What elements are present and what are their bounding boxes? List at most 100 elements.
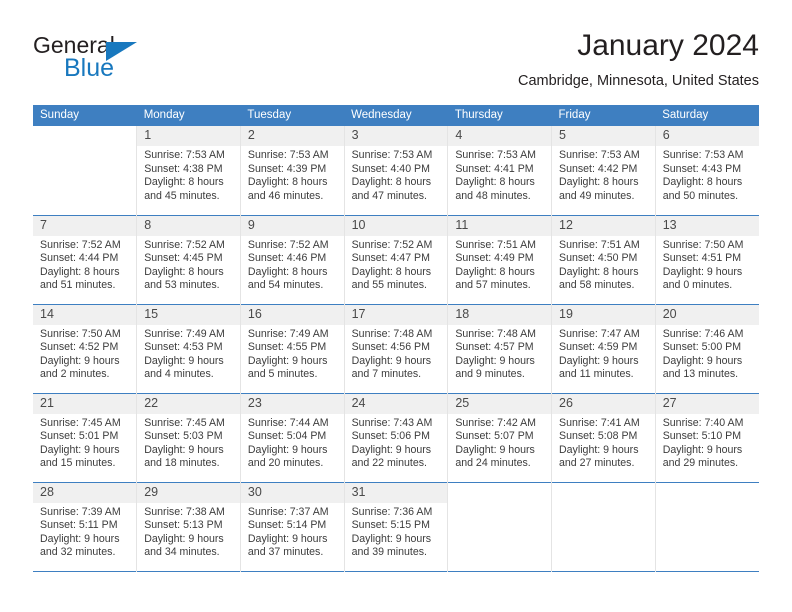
sunset-time: Sunset: 5:06 PM — [351, 430, 430, 443]
day-sun-info: Sunrise: 7:52 AM Sunset: 4:45 PM Daylight:… — [137, 236, 240, 293]
calendar-day-cell[interactable]: 18 Sunrise: 7:48 AM Sunset: 4:57 PM Dayligh… — [447, 304, 552, 393]
day-sun-info: Sunrise: 7:45 AM Sunset: 5:03 PM Daylight:… — [137, 414, 240, 471]
sunset-time: Sunset: 4:59 PM — [559, 341, 638, 354]
daylight-duration: Daylight: 9 hours and 9 minutes. — [455, 354, 535, 381]
calendar-day-cell[interactable]: 29 Sunrise: 7:38 AM Sunset: 5:13 PM Dayligh… — [136, 482, 241, 571]
calendar-day-cell[interactable]: 9 Sunrise: 7:52 AM Sunset: 4:46 PM Daylight… — [239, 215, 345, 304]
calendar-day-cell[interactable]: 25 Sunrise: 7:42 AM Sunset: 5:07 PM Dayligh… — [447, 393, 552, 482]
calendar-day-cell[interactable]: 16 Sunrise: 7:49 AM Sunset: 4:55 PM Dayligh… — [239, 304, 345, 393]
day-sun-info: Sunrise: 7:52 AM Sunset: 4:47 PM Daylight:… — [345, 236, 448, 293]
calendar-day-cell[interactable]: 2 Sunrise: 7:53 AM Sunset: 4:39 PM Daylight… — [239, 126, 345, 215]
day-sun-info: Sunrise: 7:36 AM Sunset: 5:15 PM Daylight:… — [345, 503, 448, 560]
day-number: 20 — [655, 304, 759, 325]
sunset-time: Sunset: 4:51 PM — [662, 252, 742, 265]
calendar-day-cell[interactable]: 12 Sunrise: 7:51 AM Sunset: 4:50 PM Dayligh… — [551, 215, 656, 304]
day-sun-info: Sunrise: 7:46 AM Sunset: 5:00 PM Daylight:… — [656, 325, 759, 382]
general-blue-logo[interactable]: General Blue — [33, 32, 233, 88]
daylight-duration: Daylight: 8 hours and 48 minutes. — [455, 176, 535, 202]
sunrise-time: Sunrise: 7:53 AM — [351, 149, 433, 161]
sunset-time: Sunset: 4:40 PM — [351, 162, 430, 175]
sunrise-sunset-calendar-table: Sunday Monday Tuesday Wednesday Thursday… — [33, 105, 759, 572]
day-sun-info: Sunrise: 7:39 AM Sunset: 5:11 PM Daylight:… — [33, 503, 136, 560]
sunset-time: Sunset: 5:00 PM — [662, 341, 742, 354]
daylight-duration: Daylight: 8 hours and 55 minutes. — [351, 265, 432, 292]
calendar-day-cell[interactable]: 3 Sunrise: 7:53 AM Sunset: 4:40 PM Daylight… — [343, 126, 448, 215]
sunrise-time: Sunrise: 7:37 AM — [247, 505, 329, 518]
daylight-duration: Daylight: 9 hours and 18 minutes. — [144, 443, 224, 470]
calendar-day-cell[interactable]: 23 Sunrise: 7:44 AM Sunset: 5:04 PM Dayligh… — [239, 393, 345, 482]
calendar-day-cell[interactable]: 24 Sunrise: 7:43 AM Sunset: 5:06 PM Dayligh… — [343, 393, 448, 482]
day-number: 22 — [137, 393, 240, 414]
day-number: 15 — [137, 304, 240, 325]
sunset-time: Sunset: 5:04 PM — [247, 430, 327, 443]
sunrise-time: Sunrise: 7:48 AM — [455, 327, 536, 340]
day-sun-info: Sunrise: 7:49 AM Sunset: 4:53 PM Daylight:… — [137, 325, 240, 382]
calendar-day-cell[interactable]: 30 Sunrise: 7:37 AM Sunset: 5:14 PM Dayligh… — [239, 482, 345, 571]
day-sun-info: Sunrise: 7:50 AM Sunset: 4:51 PM Daylight:… — [656, 236, 759, 293]
sunrise-time: Sunrise: 7:53 AM — [144, 149, 225, 161]
day-sun-info: Sunrise: 7:53 AM Sunset: 4:41 PM Daylight:… — [448, 146, 551, 203]
day-sun-info: Sunrise: 7:43 AM Sunset: 5:06 PM Daylight:… — [345, 414, 448, 471]
day-number: 30 — [240, 482, 344, 503]
calendar-day-cell[interactable]: 20 Sunrise: 7:46 AM Sunset: 5:00 PM Dayligh… — [654, 304, 759, 393]
calendar-day-cell[interactable]: 22 Sunrise: 7:45 AM Sunset: 5:03 PM Dayligh… — [136, 393, 241, 482]
sunset-time: Sunset: 4:43 PM — [662, 162, 742, 175]
page-subtitle-location: Cambridge, Minnesota, United States — [518, 73, 759, 89]
calendar-day-cell[interactable]: 27 Sunrise: 7:40 AM Sunset: 5:10 PM Dayligh… — [654, 393, 759, 482]
sunrise-time: Sunrise: 7:53 AM — [455, 149, 536, 161]
calendar-day-cell[interactable]: 10 Sunrise: 7:52 AM Sunset: 4:47 PM Dayligh… — [343, 215, 448, 304]
calendar-day-cell[interactable]: 1 Sunrise: 7:53 AM Sunset: 4:38 PM Daylight… — [136, 126, 241, 215]
calendar-day-cell[interactable]: 15 Sunrise: 7:49 AM Sunset: 4:53 PM Dayligh… — [136, 304, 241, 393]
daylight-duration: Daylight: 8 hours and 45 minutes. — [144, 176, 224, 202]
calendar-day-cell[interactable]: 21 Sunrise: 7:45 AM Sunset: 5:01 PM Dayligh… — [33, 393, 137, 482]
daylight-duration: Daylight: 9 hours and 24 minutes. — [455, 443, 535, 470]
day-sun-info: Sunrise: 7:53 AM Sunset: 4:42 PM Daylight:… — [552, 146, 655, 203]
daylight-duration: Daylight: 9 hours and 20 minutes. — [247, 443, 328, 470]
calendar-day-cell[interactable]: 7 Sunrise: 7:52 AM Sunset: 4:44 PM Daylight… — [33, 215, 137, 304]
calendar-day-cell[interactable]: 8 Sunrise: 7:52 AM Sunset: 4:45 PM Daylight… — [136, 215, 241, 304]
daylight-duration: Daylight: 8 hours and 53 minutes. — [144, 265, 224, 292]
day-number: 10 — [344, 215, 448, 236]
calendar-day-cell[interactable]: 6 Sunrise: 7:53 AM Sunset: 4:43 PM Daylight… — [654, 126, 759, 215]
sunrise-time: Sunrise: 7:52 AM — [40, 238, 121, 251]
sunset-time: Sunset: 5:10 PM — [662, 430, 742, 443]
calendar-week-row: 14 Sunrise: 7:50 AM Sunset: 4:52 PM Dayligh… — [33, 304, 759, 393]
calendar-day-cell[interactable]: 28 Sunrise: 7:39 AM Sunset: 5:11 PM Dayligh… — [33, 482, 137, 571]
sunset-time: Sunset: 4:44 PM — [40, 252, 119, 265]
calendar-day-cell[interactable]: 14 Sunrise: 7:50 AM Sunset: 4:52 PM Dayligh… — [33, 304, 137, 393]
calendar-day-cell[interactable]: 5 Sunrise: 7:53 AM Sunset: 4:42 PM Daylight… — [551, 126, 656, 215]
calendar-day-cell[interactable]: 4 Sunrise: 7:53 AM Sunset: 4:41 PM Daylight… — [447, 126, 552, 215]
day-sun-info: Sunrise: 7:40 AM Sunset: 5:10 PM Daylight:… — [656, 414, 759, 471]
sunset-time: Sunset: 5:11 PM — [40, 519, 118, 532]
sunset-time: Sunset: 5:07 PM — [455, 430, 534, 443]
sunrise-time: Sunrise: 7:49 AM — [247, 327, 329, 340]
calendar-header-row: Sunday Monday Tuesday Wednesday Thursday… — [33, 105, 759, 126]
calendar-day-cell[interactable]: 11 Sunrise: 7:51 AM Sunset: 4:49 PM Dayligh… — [447, 215, 552, 304]
sunset-time: Sunset: 4:55 PM — [247, 341, 327, 354]
day-sun-info: Sunrise: 7:41 AM Sunset: 5:08 PM Daylight:… — [552, 414, 655, 471]
weekday-header-monday: Monday — [136, 105, 241, 126]
day-number: 31 — [344, 482, 448, 503]
page-header: General Blue January 2024 Cambridge, Min… — [33, 28, 759, 98]
calendar-day-cell[interactable]: 31 Sunrise: 7:36 AM Sunset: 5:15 PM Dayligh… — [343, 482, 448, 571]
calendar-day-cell-empty — [447, 482, 552, 571]
calendar-day-cell-empty — [551, 482, 656, 571]
calendar-day-cell[interactable]: 26 Sunrise: 7:41 AM Sunset: 5:08 PM Dayligh… — [551, 393, 656, 482]
daylight-duration: Daylight: 9 hours and 11 minutes. — [559, 354, 639, 381]
sunset-time: Sunset: 4:39 PM — [247, 162, 327, 175]
day-sun-info: Sunrise: 7:53 AM Sunset: 4:40 PM Daylight:… — [345, 146, 448, 203]
sunset-time: Sunset: 4:53 PM — [144, 341, 223, 354]
calendar-day-cell[interactable]: 17 Sunrise: 7:48 AM Sunset: 4:56 PM Dayligh… — [343, 304, 448, 393]
day-number: 23 — [240, 393, 344, 414]
sunrise-time: Sunrise: 7:51 AM — [455, 238, 536, 251]
daylight-duration: Daylight: 8 hours and 49 minutes. — [559, 176, 639, 202]
calendar-day-cell[interactable]: 19 Sunrise: 7:47 AM Sunset: 4:59 PM Dayligh… — [551, 304, 656, 393]
day-sun-info: Sunrise: 7:42 AM Sunset: 5:07 PM Daylight:… — [448, 414, 551, 471]
sunset-time: Sunset: 4:56 PM — [351, 341, 430, 354]
day-number — [552, 482, 655, 503]
day-sun-info: Sunrise: 7:52 AM Sunset: 4:46 PM Daylight:… — [241, 236, 344, 293]
sunrise-time: Sunrise: 7:45 AM — [40, 416, 121, 429]
calendar-body: 1 Sunrise: 7:53 AM Sunset: 4:38 PM Daylight… — [33, 126, 759, 571]
weekday-header-row: Sunday Monday Tuesday Wednesday Thursday… — [33, 105, 759, 126]
calendar-day-cell[interactable]: 13 Sunrise: 7:50 AM Sunset: 4:51 PM Dayligh… — [654, 215, 759, 304]
